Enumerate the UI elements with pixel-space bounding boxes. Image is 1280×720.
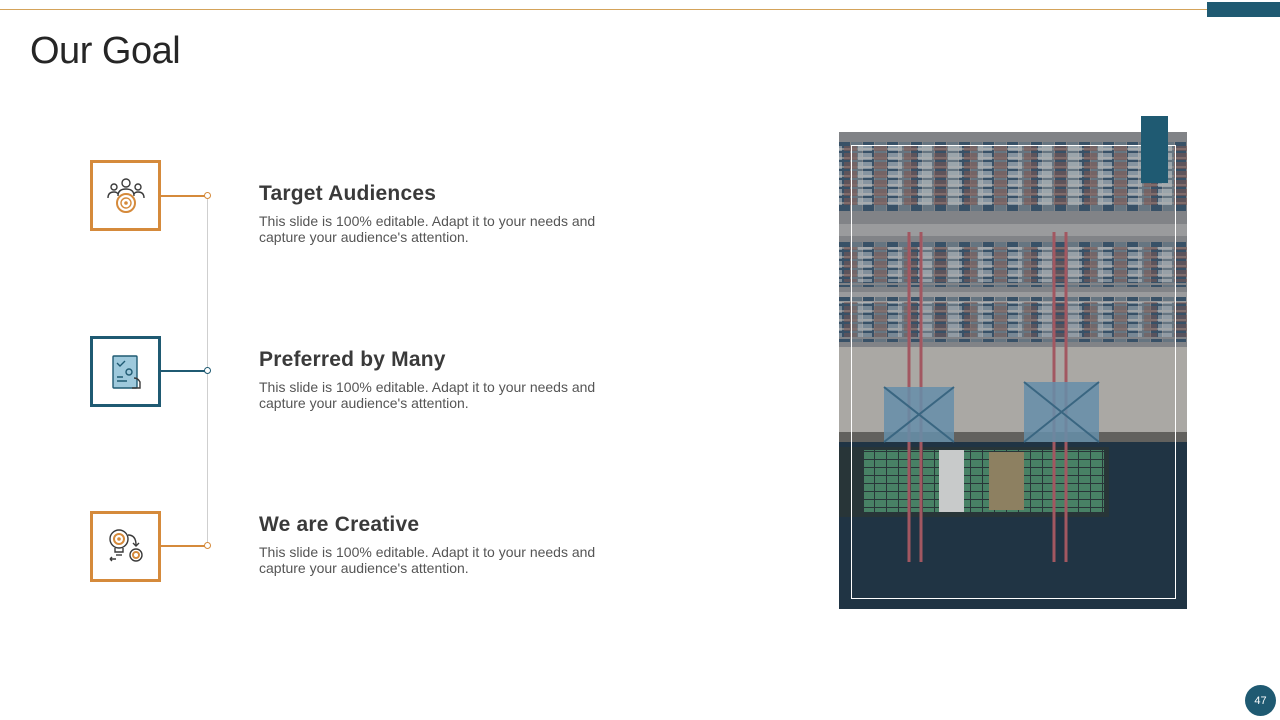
audience-target-icon — [106, 177, 145, 213]
connector-branch — [158, 370, 207, 372]
item-description: This slide is 100% editable. Adapt it to… — [259, 544, 596, 576]
item-heading-target-audiences: Target Audiences — [259, 182, 437, 205]
connector-node — [204, 367, 211, 374]
idea-bulb-target-icon — [108, 528, 143, 562]
photo-frame-border — [851, 145, 1176, 599]
audience-target-icon-box — [90, 160, 161, 231]
page-title: Our Goal — [30, 30, 181, 72]
goal-board-icon — [111, 354, 141, 389]
connector-node — [204, 192, 211, 199]
connector-branch — [158, 195, 207, 197]
photo-accent-tab — [1141, 116, 1168, 183]
item-description: This slide is 100% editable. Adapt it to… — [259, 379, 596, 411]
idea-bulb-target-icon-box — [90, 511, 161, 582]
item-heading-preferred-by-many: Preferred by Many — [259, 348, 446, 371]
top-divider-line — [0, 9, 1207, 10]
page-number-badge: 47 — [1245, 685, 1276, 716]
goal-board-icon-box — [90, 336, 161, 407]
connector-node — [204, 542, 211, 549]
item-heading-we-are-creative: We are Creative — [259, 513, 420, 536]
connector-branch — [158, 545, 207, 547]
top-accent-tab — [1207, 2, 1280, 17]
item-description: This slide is 100% editable. Adapt it to… — [259, 213, 596, 245]
